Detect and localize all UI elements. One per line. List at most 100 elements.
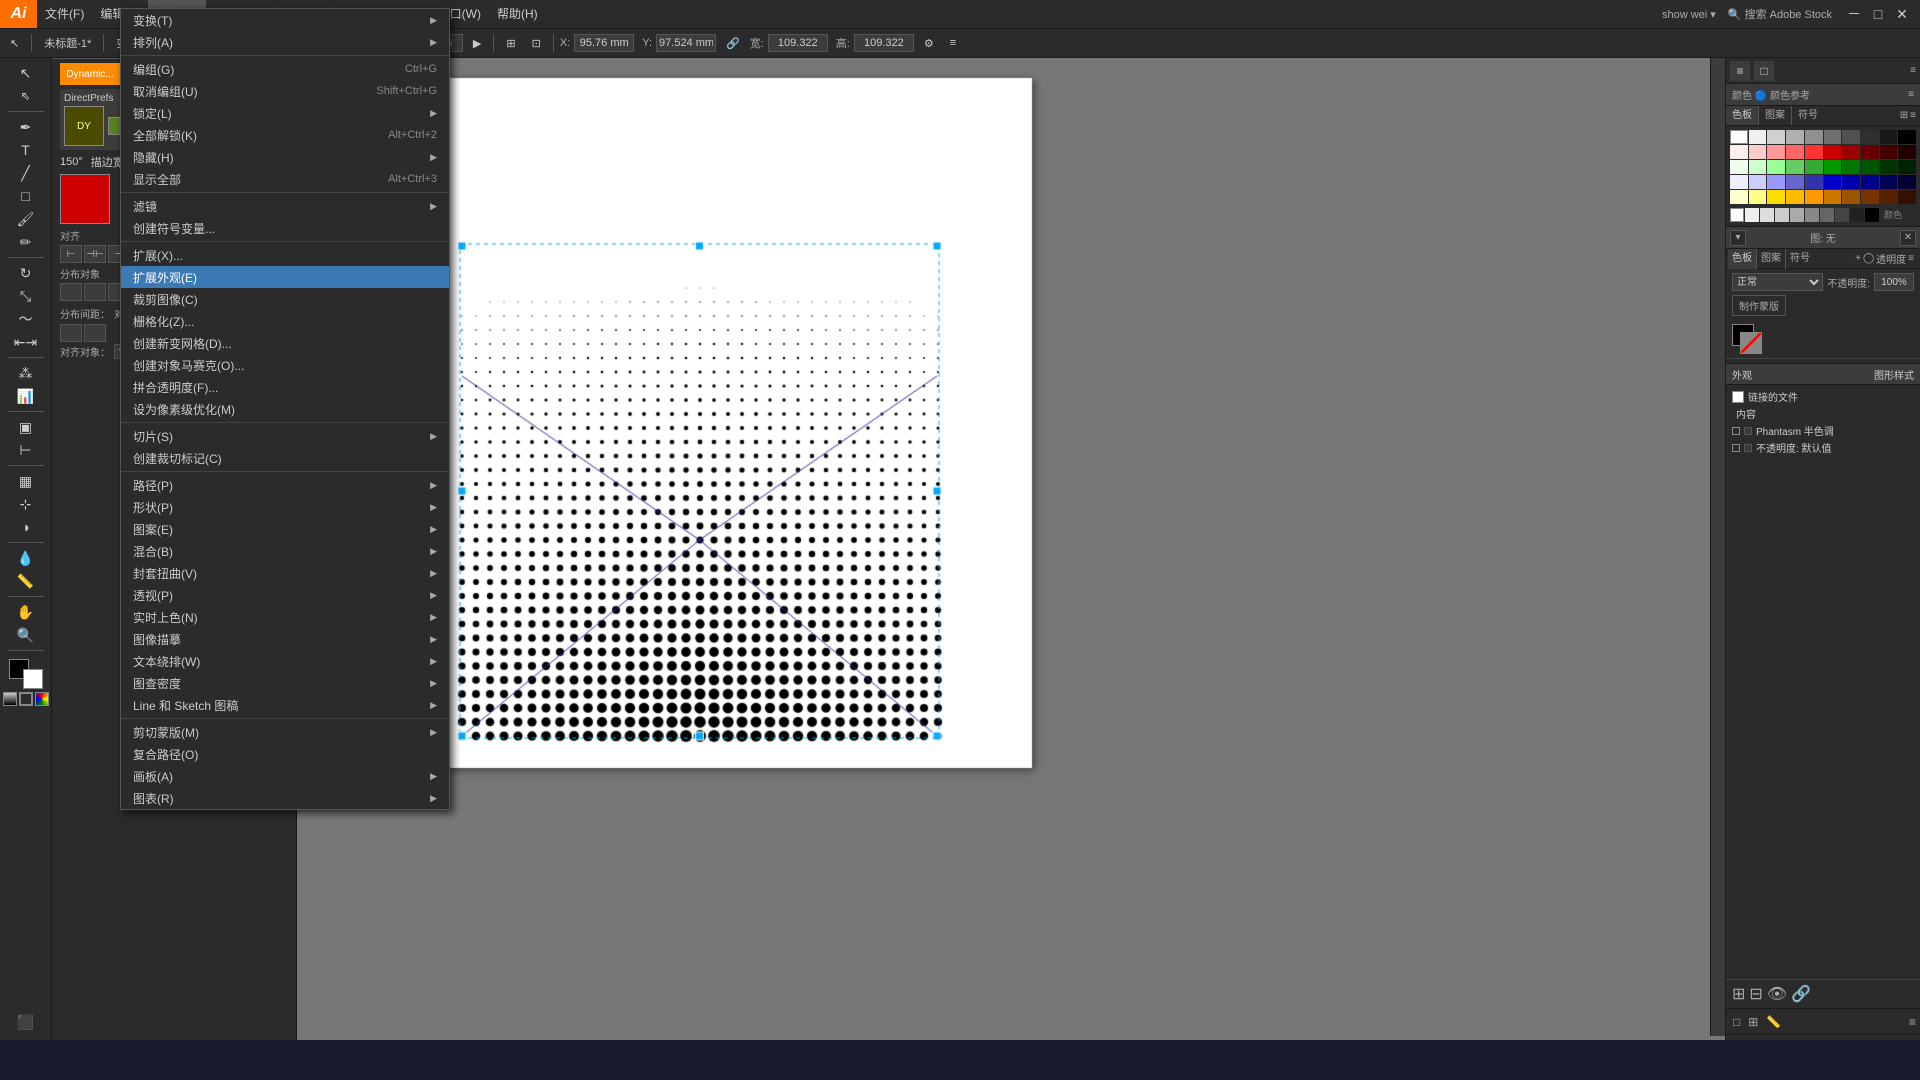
- grid-icon[interactable]: ⊞: [500, 35, 521, 52]
- tool-pencil[interactable]: ✏: [4, 231, 48, 253]
- swatch-y7[interactable]: [1842, 190, 1860, 204]
- opacity-right-input[interactable]: [1874, 273, 1914, 291]
- prop-vis2-icon[interactable]: [1732, 444, 1740, 452]
- link-icon[interactable]: 🔗: [720, 35, 746, 52]
- menu-item-h[interactable]: 隐藏(H): [121, 146, 449, 168]
- swatch-gray2[interactable]: [1786, 130, 1804, 144]
- tone-white[interactable]: [1730, 208, 1744, 222]
- swatch-y3[interactable]: [1767, 190, 1785, 204]
- vertical-scrollbar[interactable]: [1710, 58, 1725, 1036]
- swatch-gray4[interactable]: [1824, 130, 1842, 144]
- swatch-c8[interactable]: [1861, 145, 1879, 159]
- tool-select[interactable]: ↖: [4, 35, 25, 52]
- document-tab[interactable]: 未标题-1*: [38, 33, 97, 53]
- menu-item-k[interactable]: 全部解锁(K)Alt+Ctrl+2: [121, 124, 449, 146]
- mode-icon[interactable]: ⊡: [526, 35, 547, 52]
- tone-4[interactable]: [1790, 208, 1804, 222]
- menu-item-c[interactable]: 创建裁切标记(C): [121, 447, 449, 469]
- swatch-gray3[interactable]: [1805, 130, 1823, 144]
- right-add-icon[interactable]: ⊞: [1732, 984, 1745, 1004]
- swatch-g7[interactable]: [1842, 160, 1860, 174]
- menu-help[interactable]: 帮助(H): [489, 0, 546, 28]
- tool-zoom[interactable]: 🔍: [4, 624, 48, 646]
- swatch-g8[interactable]: [1861, 160, 1879, 174]
- swatch-b8[interactable]: [1861, 175, 1879, 189]
- layers-icon[interactable]: ≡: [1730, 61, 1750, 81]
- swatch-c5[interactable]: [1805, 145, 1823, 159]
- menu-item-[interactable]: 图查密度: [121, 672, 449, 694]
- menu-item-d[interactable]: 创建新变网格(D)...: [121, 332, 449, 354]
- panel-options-icon[interactable]: ≡: [1910, 65, 1916, 76]
- shape-style-label[interactable]: 图形样式: [1874, 367, 1914, 382]
- sub-tab-pattern[interactable]: 图案: [1757, 249, 1786, 269]
- direct-color-swatch[interactable]: DY: [64, 106, 104, 146]
- tool-symbol[interactable]: ⁂: [4, 362, 48, 384]
- swatch-white[interactable]: [1730, 130, 1748, 144]
- swatch-y4[interactable]: [1786, 190, 1804, 204]
- y-input[interactable]: [656, 34, 716, 52]
- tool-width[interactable]: ⇤⇥: [4, 331, 48, 353]
- panel-menu-icon[interactable]: ≡: [1908, 253, 1914, 264]
- panel-new-icon[interactable]: +: [1855, 253, 1861, 264]
- tool-selection[interactable]: ↖: [4, 62, 48, 84]
- menu-item-l[interactable]: 锁定(L): [121, 102, 449, 124]
- menu-item-t[interactable]: 变换(T): [121, 9, 449, 31]
- tone-7[interactable]: [1835, 208, 1849, 222]
- tone-5[interactable]: [1805, 208, 1819, 222]
- menu-item-[interactable]: 创建符号变量...: [121, 217, 449, 239]
- right-eye-icon[interactable]: 👁: [1767, 984, 1787, 1004]
- tone-black[interactable]: [1865, 208, 1879, 222]
- none-color[interactable]: [19, 692, 33, 706]
- menu-item-u[interactable]: 取消编组(U)Shift+Ctrl+G: [121, 80, 449, 102]
- menu-item-c[interactable]: 裁剪图像(C): [121, 288, 449, 310]
- menu-item-w[interactable]: 文本绕排(W): [121, 650, 449, 672]
- dist-sp-2[interactable]: [84, 324, 106, 342]
- swatch-g4[interactable]: [1786, 160, 1804, 174]
- prop-locked-icon[interactable]: [1744, 427, 1752, 435]
- dynamic-panel-tab[interactable]: Dynamic...: [60, 63, 120, 85]
- swatch-b2[interactable]: [1749, 175, 1767, 189]
- menu-item-[interactable]: 显示全部Alt+Ctrl+3: [121, 168, 449, 190]
- prop-lock2-icon[interactable]: [1744, 444, 1752, 452]
- menu-item-s[interactable]: 切片(S): [121, 425, 449, 447]
- swatch-y2[interactable]: [1749, 190, 1767, 204]
- tool-line[interactable]: ╱: [4, 162, 48, 184]
- swatch-g1[interactable]: [1730, 160, 1748, 174]
- tone-8[interactable]: [1850, 208, 1864, 222]
- tool-artboard[interactable]: ▣: [4, 416, 48, 438]
- panel-opacity-icon[interactable]: ◯: [1863, 253, 1874, 264]
- tone-3[interactable]: [1775, 208, 1789, 222]
- menu-item-e[interactable]: 扩展外观(E): [121, 266, 449, 288]
- dist-2[interactable]: [84, 283, 106, 301]
- menu-item-z[interactable]: 栅格化(Z)...: [121, 310, 449, 332]
- color-picker[interactable]: [35, 692, 49, 706]
- rp-ruler-icon[interactable]: 📏: [1763, 1015, 1784, 1029]
- menu-file[interactable]: 文件(F): [37, 0, 92, 28]
- tool-slice[interactable]: ⊢: [4, 439, 48, 461]
- close-button[interactable]: ✕: [1892, 4, 1912, 24]
- prop-fill-swatch[interactable]: [1732, 391, 1744, 403]
- menu-item-v[interactable]: 封套扭曲(V): [121, 562, 449, 584]
- blend-mode-select[interactable]: 正常: [1732, 273, 1823, 291]
- tool-scale[interactable]: ⤡: [4, 285, 48, 307]
- menu-item-g[interactable]: 编组(G)Ctrl+G: [121, 58, 449, 80]
- swatch-y8[interactable]: [1861, 190, 1879, 204]
- menu-item-r[interactable]: 图表(R): [121, 787, 449, 809]
- tool-shape[interactable]: □: [4, 185, 48, 207]
- menu-item-p[interactable]: 透视(P): [121, 584, 449, 606]
- menu-item-o[interactable]: 创建对象马赛克(O)...: [121, 354, 449, 376]
- right-del-icon[interactable]: ⊟: [1749, 984, 1762, 1004]
- tool-warp[interactable]: 〜: [4, 308, 48, 330]
- minimize-button[interactable]: －: [1844, 4, 1864, 24]
- sub-tab-color[interactable]: 色板: [1728, 249, 1757, 269]
- color-reference-swatch[interactable]: [60, 174, 110, 224]
- dist-1[interactable]: [60, 283, 82, 301]
- tool-mesh[interactable]: ⊹: [4, 493, 48, 515]
- tool-graph[interactable]: 📊: [4, 385, 48, 407]
- rp-layer-icon[interactable]: □: [1730, 1015, 1743, 1029]
- tool-eyedropper[interactable]: 💧: [4, 547, 48, 569]
- swatch-y10[interactable]: [1898, 190, 1916, 204]
- tool-measure[interactable]: 📏: [4, 570, 48, 592]
- swatch-c3[interactable]: [1767, 145, 1785, 159]
- artboard-icon[interactable]: □: [1754, 61, 1774, 81]
